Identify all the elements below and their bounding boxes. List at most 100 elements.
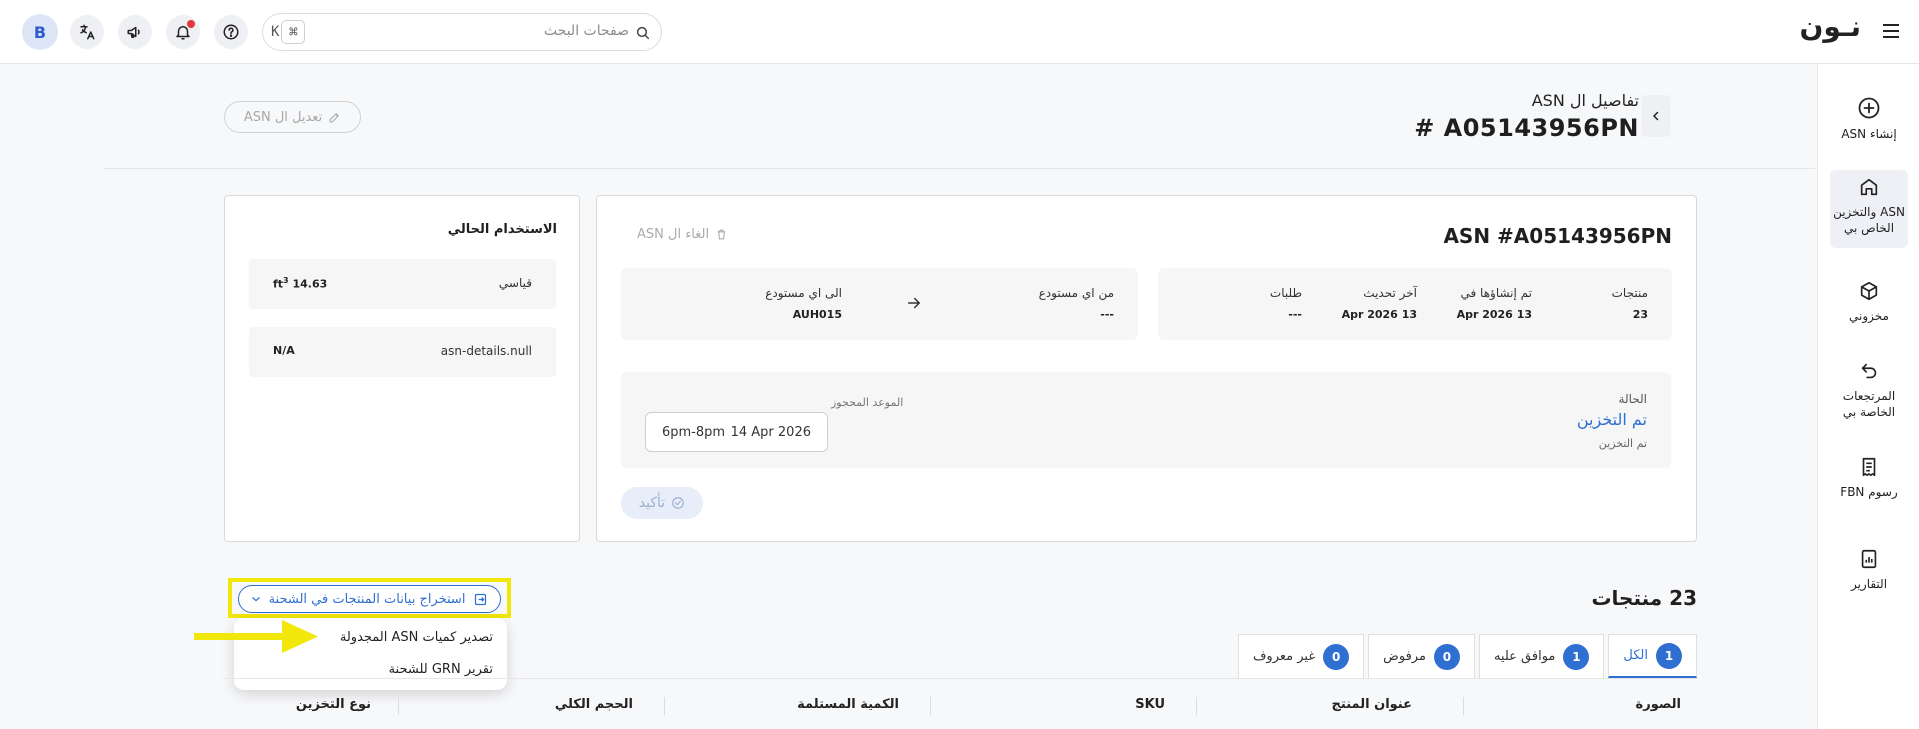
- column-header-received-qty[interactable]: الكمية المستلمة: [797, 697, 899, 712]
- sidebar-item-label: إنشاء ASN: [1841, 127, 1897, 141]
- report-icon: [1861, 549, 1877, 569]
- cancel-asn-label: الغاء ال ASN: [637, 227, 710, 242]
- top-bar: B K ⌘ صفحات البحث نـون: [0, 0, 1919, 64]
- sidebar-item-fbn-fees[interactable]: رسوم FBN: [1830, 450, 1908, 506]
- sidebar-item-label: المرتجعات الخاصة بي: [1842, 389, 1896, 419]
- search-shortcut: K ⌘: [271, 20, 306, 44]
- noon-logo[interactable]: نـون: [1799, 10, 1861, 43]
- tab-rejected[interactable]: مرفوض 0: [1368, 634, 1475, 678]
- chevron-down-icon: [252, 597, 260, 602]
- search-icon: [636, 26, 650, 40]
- sidebar-item-label: مخزوني: [1849, 309, 1889, 323]
- sidebar-item-label: ASN والتخزين الخاص بي: [1833, 205, 1905, 235]
- export-icon: [474, 593, 487, 605]
- column-header-sku[interactable]: SKU: [1135, 697, 1165, 712]
- sidebar-item-label: رسوم FBN: [1840, 485, 1898, 499]
- back-button[interactable]: [1642, 95, 1670, 137]
- tab-count-badge: 0: [1433, 643, 1460, 670]
- tab-count-badge: 1: [1563, 643, 1590, 670]
- status-subtext: تم التخزين: [1598, 437, 1647, 450]
- to-warehouse: الى اي مستودع AUH015: [765, 286, 842, 321]
- asn-details-card: ASN #A05143956PN الغاء ال ASN منتجات 23 …: [596, 195, 1697, 542]
- sidebar-item-my-asn[interactable]: ASN والتخزين الخاص بي: [1830, 170, 1908, 248]
- sidebar-item-returns[interactable]: المرتجعات الخاصة بي: [1830, 354, 1908, 426]
- column-divider: [930, 697, 931, 715]
- column-divider: [398, 697, 399, 715]
- chevron-left-icon: [1652, 111, 1659, 121]
- edit-asn-label: تعديل ال ASN: [243, 109, 323, 125]
- bell-icon[interactable]: [166, 15, 200, 49]
- usage-row: قياسي ft3 14.63: [249, 259, 556, 309]
- export-products-button[interactable]: استخراج بيانات المنتجات في الشحنة: [238, 585, 501, 613]
- slot-date: 14 Apr 2026: [730, 424, 811, 440]
- receipt-icon: [1862, 457, 1876, 477]
- usage-key: قياسي: [498, 276, 532, 290]
- home-icon: [1860, 178, 1878, 196]
- sidebar-item-reports[interactable]: التقارير: [1830, 542, 1908, 598]
- products-title: 23 منتجات: [1591, 586, 1697, 610]
- usage-title: الاستخدام الحالي: [447, 222, 557, 237]
- usage-row: asn-details.null N/A: [249, 327, 556, 377]
- tab-approved[interactable]: موافق عليه 1: [1478, 634, 1605, 678]
- help-icon[interactable]: [214, 15, 248, 49]
- sidebar-item-inventory[interactable]: مخزوني: [1830, 274, 1908, 330]
- column-header-total-volume[interactable]: الحجم الكلي: [555, 697, 633, 712]
- translate-icon[interactable]: [70, 15, 104, 49]
- booked-slot-label: الموعد المحجوز: [831, 396, 904, 409]
- annotation-arrow-icon: [194, 620, 318, 653]
- page-header: تفاصيل ال ASN A05143956PN # تعديل ال ASN: [104, 64, 1815, 169]
- arrow-right-icon: [908, 297, 920, 309]
- page-subtitle: تفاصيل ال ASN: [1531, 91, 1639, 110]
- tab-all[interactable]: الكل 1: [1608, 634, 1697, 678]
- status-box: الحالة تم التخزين تم التخزين الموعد المح…: [621, 372, 1671, 468]
- column-header-title[interactable]: عنوان المنتج: [1332, 697, 1412, 712]
- pencil-icon: [329, 112, 340, 122]
- column-divider: [1463, 697, 1464, 715]
- box-icon: [1860, 281, 1878, 301]
- column-header-image[interactable]: الصورة: [1636, 697, 1681, 712]
- status-value: تم التخزين: [1576, 410, 1647, 429]
- current-usage-card: الاستخدام الحالي قياسي ft3 14.63 asn-det…: [224, 195, 580, 542]
- dropdown-item-export-asn-quantities[interactable]: تصدير كميات ASN المجدولة: [340, 630, 493, 645]
- megaphone-icon[interactable]: [118, 15, 152, 49]
- menu-icon[interactable]: [1883, 24, 1899, 42]
- dropdown-item-grn-report[interactable]: تقرير GRN للشحنة: [389, 662, 493, 677]
- notification-dot: [187, 20, 195, 28]
- avatar[interactable]: B: [22, 14, 58, 50]
- confirm-button[interactable]: تأكيد: [621, 487, 703, 519]
- from-warehouse: من اي مستودع ---: [1038, 286, 1114, 321]
- command-key-icon: ⌘: [281, 20, 306, 44]
- usage-key: asn-details.null: [440, 344, 532, 358]
- page-title: A05143956PN #: [1414, 114, 1639, 142]
- column-header-storage-type[interactable]: نوع التخزين: [296, 697, 371, 712]
- plus-circle-icon: [1858, 97, 1880, 119]
- warehouse-box: من اي مستودع --- الى اي مستودع AUH015: [621, 268, 1138, 340]
- tab-count-badge: 1: [1656, 642, 1682, 669]
- stat-products: منتجات 23: [1611, 286, 1648, 321]
- status-label: الحالة: [1618, 392, 1647, 406]
- column-divider: [664, 697, 665, 715]
- slot-time: 6pm-8pm: [662, 424, 726, 440]
- cancel-asn-button[interactable]: الغاء ال ASN: [637, 227, 728, 242]
- sidebar: إنشاء ASN ASN والتخزين الخاص بي مخزوني ا…: [1817, 64, 1919, 729]
- export-label: استخراج بيانات المنتجات في الشحنة: [268, 591, 466, 607]
- check-circle-icon: [672, 497, 685, 509]
- return-icon: [1861, 363, 1877, 379]
- sidebar-item-label: التقارير: [1850, 577, 1888, 591]
- products-table-header: الصورة عنوان المنتج SKU الكمية المستلمة …: [224, 678, 1697, 729]
- edit-asn-button[interactable]: تعديل ال ASN: [224, 101, 361, 133]
- column-divider: [1196, 697, 1197, 715]
- search-placeholder: صفحات البحث: [543, 23, 629, 39]
- usage-value: N/A: [273, 344, 295, 357]
- tab-count-badge: 0: [1323, 643, 1350, 670]
- asn-title: ASN #A05143956PN: [1443, 224, 1672, 248]
- sidebar-item-create-asn[interactable]: إنشاء ASN: [1830, 90, 1908, 148]
- usage-value: ft3 14.63: [273, 276, 328, 291]
- search-input[interactable]: K ⌘ صفحات البحث: [262, 13, 662, 51]
- confirm-label: تأكيد: [638, 495, 666, 511]
- stat-updated: آخر تحديث 13 Apr 2026: [1341, 286, 1417, 321]
- stat-created: تم إنشاؤها في 13 Apr 2026: [1456, 286, 1532, 321]
- trash-icon: [717, 229, 726, 240]
- filter-tabs: الكل 1 موافق عليه 1 مرفوض 0 غير معروف 0: [1234, 634, 1697, 678]
- tab-unknown[interactable]: غير معروف 0: [1237, 634, 1365, 678]
